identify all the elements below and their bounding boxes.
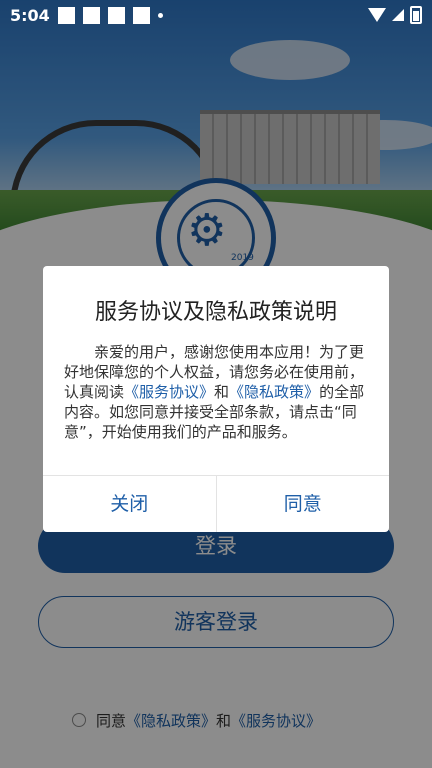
close-button[interactable]: 关闭 <box>43 476 217 532</box>
notification-icon <box>132 6 150 24</box>
dialog-button-bar: 关闭 同意 <box>43 475 389 532</box>
dialog-body: 亲爱的用户，感谢您使用本应用！为了更好地保障您的个人权益，请您务必在使用前，认真… <box>64 342 368 442</box>
notification-icon <box>107 6 125 24</box>
agree-button[interactable]: 同意 <box>217 476 390 532</box>
status-bar: 5:04 <box>0 0 432 30</box>
wifi-icon <box>368 8 386 22</box>
dialog-body-and: 和 <box>214 383 230 401</box>
notification-icon <box>57 6 75 24</box>
dialog-title: 服务协议及隐私政策说明 <box>94 300 337 325</box>
notification-icon <box>82 6 100 24</box>
privacy-policy-link[interactable]: 《隐私政策》 <box>229 383 319 401</box>
privacy-dialog: 服务协议及隐私政策说明 亲爱的用户，感谢您使用本应用！为了更好地保障您的个人权益… <box>43 266 389 532</box>
more-notifications-icon <box>157 12 163 18</box>
status-time: 5:04 <box>10 5 50 25</box>
signal-icon <box>392 9 404 21</box>
service-agreement-link[interactable]: 《服务协议》 <box>124 383 214 401</box>
battery-icon <box>410 6 422 24</box>
